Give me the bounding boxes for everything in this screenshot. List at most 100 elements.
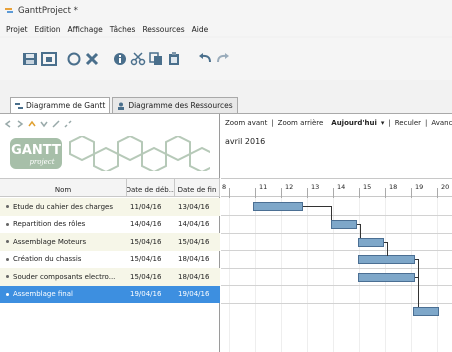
task-end: 13/04/16 [178,202,210,211]
separator: | [425,119,428,127]
zoom-out-link[interactable]: Zoom arrière [278,119,324,127]
task-start: 11/04/16 [130,202,162,211]
ganttproject-app-icon [5,8,13,13]
app-window: GanttProject * Projet Edition Affichage … [0,0,452,352]
arrow-left-icon[interactable] [4,120,12,128]
link-icon[interactable] [52,120,60,128]
task-table-header: Nom Date de déb... Date de fin [0,178,220,197]
today-dropdown-icon[interactable]: ▾ [381,119,385,127]
arrow-down-icon[interactable] [40,120,48,128]
task-end: 15/04/16 [178,237,210,246]
task-start: 15/04/16 [130,255,162,264]
column-header-name[interactable]: Nom [0,179,127,196]
day-label: 19 [415,183,424,191]
tab-gantt-chart[interactable]: Diagramme de Gantt [10,97,111,113]
tab-resource-chart[interactable]: Diagramme des Ressources [112,97,238,113]
menu-projet[interactable]: Projet [6,25,28,34]
day-label: 11 [259,183,268,191]
logo-main-text: GANTT [11,143,61,158]
day-label: 15 [363,183,372,191]
task-table-body: Etude du cahier des charges 11/04/16 13/… [0,198,220,303]
task-end: 14/04/16 [178,220,210,229]
bullet-icon [6,275,9,279]
properties-icon[interactable] [112,52,128,66]
task-name: Assemblage Moteurs [13,237,87,246]
ganttproject-logo: GANTT project [10,136,210,171]
column-header-end[interactable]: Date de fin [175,179,220,196]
back-link[interactable]: Reculer [395,119,421,127]
unlink-icon[interactable] [64,120,72,128]
separator: | [388,119,391,127]
gantt-grid [221,198,452,352]
task-bar[interactable] [358,255,415,264]
redo-icon[interactable] [214,52,230,66]
menu-affichage[interactable]: Affichage [68,25,103,34]
table-row[interactable]: Assemblage Moteurs 15/04/16 15/04/16 [0,233,220,251]
table-row[interactable]: Création du chassis 15/04/16 18/04/16 [0,251,220,269]
task-bar[interactable] [331,220,357,229]
task-end: 19/04/16 [178,290,210,299]
save-as-icon[interactable] [41,52,57,66]
today-button[interactable]: Aujourd'hui [331,119,377,127]
main-content: GANTT project Nom Date de déb... Date de… [0,113,452,352]
title-bar: GanttProject * [0,0,452,22]
dependency-arrow [418,259,419,307]
task-start: 14/04/16 [130,220,162,229]
separator: | [271,119,274,127]
task-tree-pane: GANTT project Nom Date de déb... Date de… [0,114,220,352]
table-row-selected[interactable]: Assemblage final 19/04/16 19/04/16 [0,285,220,303]
task-bar-selected[interactable] [413,307,439,316]
copy-icon[interactable] [148,52,164,66]
save-icon[interactable] [22,52,38,66]
task-start: 15/04/16 [130,237,162,246]
task-bar[interactable] [358,273,415,282]
task-start: 19/04/16 [130,290,162,299]
paste-icon[interactable] [166,52,182,66]
menu-edition[interactable]: Edition [35,25,61,34]
menu-taches[interactable]: Tâches [110,25,136,34]
view-tabs: Diagramme de Gantt Diagramme des Ressour… [10,97,238,113]
column-header-start[interactable]: Date de déb... [127,179,175,196]
menu-ressources[interactable]: Ressources [142,25,184,34]
task-end: 18/04/16 [178,255,210,264]
task-bar[interactable] [253,202,303,211]
tab-resource-chart-label: Diagramme des Ressources [128,101,233,110]
forward-link[interactable]: Avanc [431,119,452,127]
arrow-right-icon[interactable] [16,120,24,128]
dependency-arrow [331,206,332,220]
window-title: GanttProject * [18,6,78,16]
circle-task-icon[interactable] [66,52,82,66]
task-name: Création du chassis [13,255,82,264]
task-start: 15/04/16 [130,272,162,281]
main-toolbar [0,38,452,80]
dependency-arrow [415,277,418,278]
resource-chart-icon [118,102,125,110]
table-row[interactable]: Souder composants electro... 15/04/16 18… [0,268,220,286]
gantt-navigation: Zoom avant | Zoom arrière Aujourd'hui ▾ … [221,116,452,130]
gantt-chart-pane: Zoom avant | Zoom arrière Aujourd'hui ▾ … [221,114,452,352]
task-end: 18/04/16 [178,272,210,281]
bullet-icon [6,292,9,296]
menu-bar: Projet Edition Affichage Tâches Ressourc… [0,22,452,36]
task-bar[interactable] [358,238,384,247]
task-name: Etude du cahier des charges [13,202,113,211]
day-label: 20 [441,183,450,191]
delete-icon[interactable] [84,52,100,66]
timeline-header: 8 11 12 13 14 15 18 19 20 [221,178,452,198]
undo-icon[interactable] [198,52,214,66]
table-row[interactable]: Repartition des rôles 14/04/16 14/04/16 [0,216,220,234]
task-tree-toolbar [4,117,72,131]
menu-aide[interactable]: Aide [192,25,209,34]
task-name: Assemblage final [13,290,73,299]
bullet-icon [6,257,9,261]
day-label: 14 [337,183,346,191]
tab-gantt-chart-label: Diagramme de Gantt [26,101,106,110]
cut-icon[interactable] [130,52,146,66]
dependency-arrow [360,224,361,238]
zoom-in-link[interactable]: Zoom avant [225,119,267,127]
bullet-icon [6,240,9,244]
table-row[interactable]: Etude du cahier des charges 11/04/16 13/… [0,198,220,216]
arrow-up-icon[interactable] [28,120,36,128]
bullet-icon [6,205,9,209]
gantt-chart-icon [15,102,23,109]
